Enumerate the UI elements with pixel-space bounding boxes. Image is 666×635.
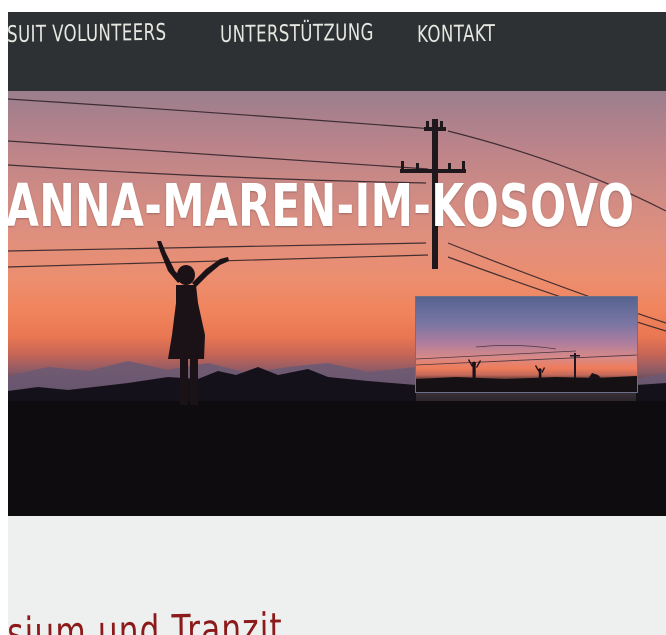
site-title[interactable]: ANNA-MAREN-IM-KOSOVO (8, 171, 634, 240)
post-title[interactable]: sium und Tranzit (8, 604, 283, 635)
post-area: sium und Tranzit (8, 516, 666, 635)
top-navigation: SUIT VOLUNTEERS UNTERSTÜTZUNG KONTAKT (8, 12, 666, 91)
inset-sunset-image (416, 345, 637, 392)
nav-item-unterstuetzung[interactable]: UNTERSTÜTZUNG (220, 20, 374, 48)
nav-item-suit-volunteers[interactable]: SUIT VOLUNTEERS (8, 20, 167, 48)
page-frame: SUIT VOLUNTEERS UNTERSTÜTZUNG KONTAKT AN… (8, 12, 666, 635)
inset-photo[interactable] (415, 296, 638, 393)
header-image: ANNA-MAREN-IM-KOSOVO (8, 91, 666, 516)
nav-item-kontakt[interactable]: KONTAKT (417, 21, 495, 48)
